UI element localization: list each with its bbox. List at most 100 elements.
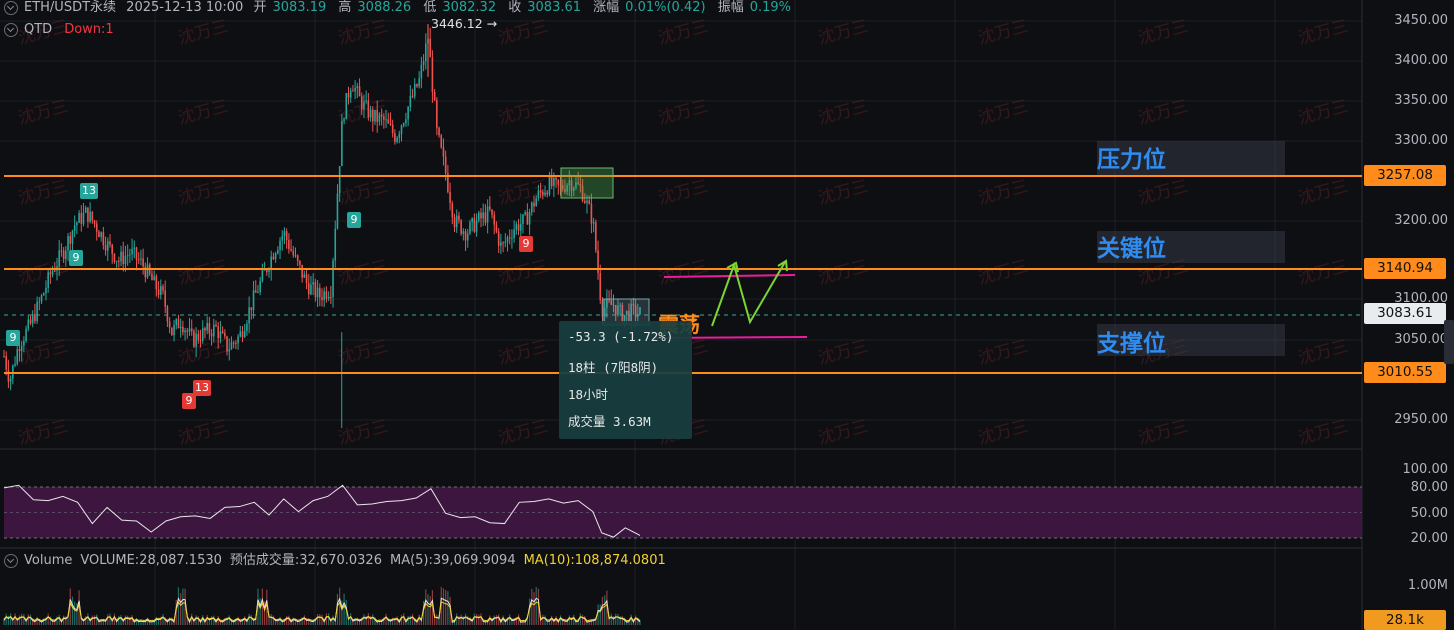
candle-body <box>433 91 436 101</box>
candle-body <box>206 323 208 331</box>
candle-body <box>380 114 383 117</box>
watermark-text: 沈万三 <box>976 176 1030 209</box>
candle-body <box>47 272 49 288</box>
measure-change: -53.3 (-1.72%) <box>568 329 674 344</box>
candle-body <box>296 255 299 261</box>
candle-body <box>274 253 277 260</box>
volume-bar <box>464 613 467 625</box>
candle-body <box>16 349 19 364</box>
candle-body <box>162 286 164 291</box>
price-chart[interactable]: 沈万三 沈万三 沈万三 沈万三 沈万三 沈万三 沈万三 沈万三 沈万三沈万三 沈万三 沈万三 沈万三沈… <box>0 0 1454 630</box>
candle-body <box>153 276 155 281</box>
candle-body <box>539 190 542 193</box>
volume-bar <box>142 620 144 625</box>
candle-body <box>365 100 367 102</box>
volume-legend[interactable]: Volume VOLUME:28,087.1530 预估成交量:32,670.032… <box>4 552 666 570</box>
volume-bar <box>396 616 398 625</box>
candle-body <box>303 274 306 278</box>
volume-bar <box>286 615 288 625</box>
symbol-name[interactable]: ETH/USDT永续 <box>24 0 116 15</box>
volume-panel <box>3 586 641 625</box>
candle-body <box>199 340 202 342</box>
watermark-text: 沈万三 <box>656 176 710 209</box>
candle-body <box>230 342 233 350</box>
candle-body <box>129 254 131 256</box>
candle-body <box>338 166 341 194</box>
watermark-text: 沈万三 <box>1296 256 1350 289</box>
volume-bar <box>127 615 129 625</box>
candle-body <box>93 220 96 224</box>
volume-bar <box>385 613 387 625</box>
indicator-toggle-icon[interactable] <box>4 22 18 37</box>
candle-body <box>241 331 244 338</box>
volume-bar <box>118 615 120 625</box>
candle-body <box>25 328 27 341</box>
candle-body <box>42 293 45 296</box>
volume-bar <box>407 616 409 625</box>
volume-bar <box>425 589 427 625</box>
volume-bar <box>87 613 89 625</box>
candle-body <box>73 225 76 231</box>
td-buy-9-late: 9 <box>519 236 533 252</box>
candle-body <box>91 211 94 221</box>
volume-bar <box>27 614 29 625</box>
volume-toggle-icon[interactable] <box>4 553 18 568</box>
candle-body <box>323 291 326 301</box>
candle-body <box>217 326 220 339</box>
volume-bar <box>124 615 127 625</box>
volume-bar <box>445 590 447 625</box>
candle-body <box>51 270 54 275</box>
candle-body <box>173 324 175 336</box>
candle-body <box>402 123 405 126</box>
td-sell-13: 13 <box>80 183 98 199</box>
candle-body <box>133 247 136 249</box>
candle-body <box>212 324 215 337</box>
price-scale-handle[interactable] <box>1444 320 1454 364</box>
price-tick: 3350.00 <box>1394 93 1448 108</box>
candle-body <box>62 250 65 260</box>
candle-body <box>243 330 246 338</box>
candle-body <box>67 236 69 251</box>
candle-body <box>482 212 485 219</box>
collapse-icon[interactable] <box>4 0 18 15</box>
candle-body <box>171 327 173 336</box>
volume-bar <box>581 614 584 625</box>
volume-bar <box>610 613 612 625</box>
candle-body <box>356 86 359 89</box>
volume-bar <box>363 614 365 625</box>
candle-body <box>553 177 555 187</box>
volume-bar <box>91 615 93 625</box>
candle-body <box>268 270 270 273</box>
candle-body <box>391 124 394 134</box>
candle-body <box>438 127 440 136</box>
candle-body <box>394 133 396 142</box>
volume-bar <box>177 587 180 625</box>
candle-body <box>462 231 465 234</box>
candle-body <box>378 114 381 122</box>
change-value: 0.01%(0.42) <box>625 0 706 15</box>
close-label: 收 <box>508 0 522 15</box>
volume-bar <box>544 615 546 625</box>
candle-body <box>294 255 297 257</box>
candle-body <box>511 238 513 240</box>
volume-bar <box>418 614 420 625</box>
candle-body <box>444 156 447 174</box>
volume-bar <box>303 615 305 625</box>
candle-body <box>215 324 217 327</box>
candle-body <box>257 291 259 293</box>
candle-body <box>586 200 588 203</box>
candle-body <box>312 282 314 285</box>
volume-label[interactable]: Volume <box>24 553 72 568</box>
candle-body <box>407 106 409 120</box>
candle-body <box>3 356 5 358</box>
candle-body <box>336 193 339 229</box>
indicator-name[interactable]: QTD <box>24 22 52 37</box>
volume-bar <box>47 613 49 625</box>
candle-body <box>502 242 504 244</box>
candle-body <box>475 220 478 232</box>
resistance-zone-label: 压力位 <box>1097 147 1166 173</box>
volume-bar <box>5 613 7 625</box>
volume-bar <box>350 613 352 625</box>
volume-bar <box>195 615 197 625</box>
indicator-legend[interactable]: QTD Down:1 <box>4 21 114 39</box>
